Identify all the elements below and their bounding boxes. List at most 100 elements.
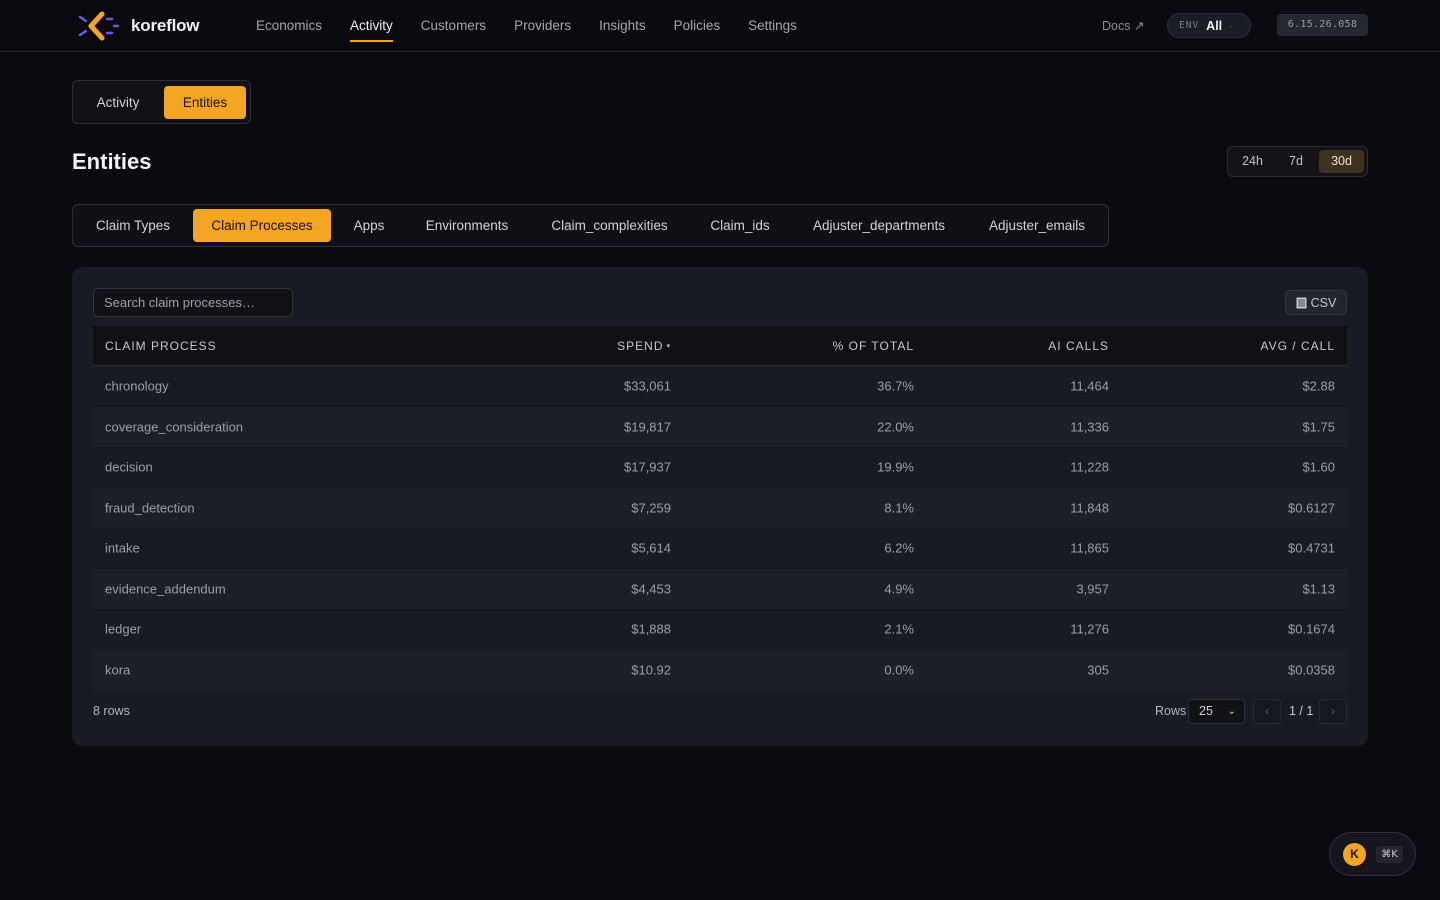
page-indicator: 1 / 1: [1289, 704, 1314, 718]
tab-claim-complexities[interactable]: Claim_complexities: [532, 209, 687, 242]
cell-pct: 19.9%: [877, 459, 914, 475]
cell-avg: $1.60: [1302, 459, 1335, 475]
cell-process: ledger: [105, 621, 142, 637]
cell-pct: 36.7%: [877, 378, 914, 394]
column-header-avg-call[interactable]: AVG / CALL: [1261, 339, 1335, 353]
column-header-pct-total[interactable]: % OF TOTAL: [833, 339, 914, 353]
nav-item-providers[interactable]: Providers: [514, 0, 571, 52]
csv-label: CSV: [1310, 295, 1337, 310]
cell-pct: 6.2%: [884, 540, 914, 556]
sort-desc-icon: ▾: [666, 343, 671, 351]
file-icon: [1296, 297, 1307, 308]
top-navigation-bar: koreflow Economics Activity Customers Pr…: [0, 0, 1440, 52]
cell-process: intake: [105, 540, 140, 556]
env-selector[interactable]: ENV All ·: [1167, 13, 1251, 38]
cell-calls: 3,957: [1076, 581, 1109, 597]
cell-calls: 11,464: [1070, 378, 1109, 394]
cell-avg: $1.13: [1302, 581, 1335, 597]
cell-spend: $7,259: [631, 500, 671, 516]
tab-apps[interactable]: Apps: [336, 209, 402, 242]
cell-pct: 22.0%: [877, 419, 914, 435]
cell-calls: 305: [1087, 662, 1109, 678]
cell-pct: 4.9%: [884, 581, 914, 597]
cell-calls: 11,848: [1070, 500, 1109, 516]
rows-per-page-label: Rows: [1155, 704, 1187, 718]
view-toggle-entities[interactable]: Entities: [164, 86, 246, 119]
csv-export-button[interactable]: CSV: [1285, 290, 1347, 315]
cell-avg: $0.6127: [1288, 500, 1335, 516]
cell-process: coverage_consideration: [105, 419, 244, 435]
cell-process: evidence_addendum: [105, 581, 226, 597]
table-row[interactable]: evidence_addendum $4,453 4.9% 3,957 $1.1…: [93, 568, 1347, 609]
table-row[interactable]: chronology $33,061 36.7% 11,464 $2.88: [93, 366, 1347, 407]
koreflow-logo-icon: [78, 11, 120, 41]
page-title: Entities: [72, 149, 152, 174]
tab-claim-ids[interactable]: Claim_ids: [692, 209, 788, 242]
version-badge: 6.15.26.058: [1277, 14, 1368, 36]
column-header-ai-calls[interactable]: AI CALLS: [1048, 339, 1109, 353]
range-24h[interactable]: 24h: [1233, 150, 1272, 173]
nav-item-insights[interactable]: Insights: [599, 0, 646, 52]
cell-spend: $17,937: [624, 459, 671, 475]
cell-avg: $1.75: [1302, 419, 1335, 435]
column-header-spend[interactable]: SPEND ▾: [617, 339, 671, 353]
nav-item-customers[interactable]: Customers: [421, 0, 486, 52]
cell-calls: 11,228: [1070, 459, 1109, 475]
range-30d[interactable]: 30d: [1319, 150, 1364, 173]
nav-item-activity[interactable]: Activity: [350, 0, 393, 52]
range-7d[interactable]: 7d: [1276, 150, 1316, 173]
env-label: ENV: [1179, 20, 1200, 31]
tab-claim-processes[interactable]: Claim Processes: [193, 209, 331, 242]
spend-header-label: SPEND: [617, 338, 664, 353]
search-input[interactable]: [93, 288, 293, 317]
time-range-selector: 24h 7d 30d: [1227, 146, 1368, 177]
rows-per-page-value: 25: [1199, 704, 1213, 718]
tab-adjuster-emails[interactable]: Adjuster_emails: [970, 209, 1104, 242]
nav-item-settings[interactable]: Settings: [748, 0, 797, 52]
cell-spend: $10.92: [631, 662, 671, 678]
table-row[interactable]: fraud_detection $7,259 8.1% 11,848 $0.61…: [93, 487, 1347, 528]
cell-pct: 8.1%: [884, 500, 914, 516]
table-row[interactable]: coverage_consideration $19,817 22.0% 11,…: [93, 406, 1347, 447]
cell-spend: $19,817: [624, 419, 671, 435]
cell-spend: $5,614: [631, 540, 671, 556]
next-page-button[interactable]: ›: [1319, 699, 1347, 724]
app-name: koreflow: [131, 16, 200, 35]
assistant-avatar: K: [1343, 843, 1366, 866]
cell-process: chronology: [105, 378, 169, 394]
cell-spend: $1,888: [631, 621, 671, 637]
table-row[interactable]: decision $17,937 19.9% 11,228 $1.60: [93, 447, 1347, 488]
nav-item-economics[interactable]: Economics: [256, 0, 322, 52]
tab-environments[interactable]: Environments: [407, 209, 527, 242]
cell-calls: 11,865: [1070, 540, 1109, 556]
cell-spend: $4,453: [631, 581, 671, 597]
table-row[interactable]: kora $10.92 0.0% 305 $0.0358: [93, 649, 1347, 690]
cell-avg: $0.0358: [1288, 662, 1335, 678]
chevron-down-icon: ⌄: [1227, 706, 1236, 717]
view-toggle: Activity Entities: [72, 80, 251, 124]
cell-process: kora: [105, 662, 131, 678]
tab-claim-types[interactable]: Claim Types: [78, 209, 188, 242]
tab-adjuster-departments[interactable]: Adjuster_departments: [793, 209, 965, 242]
nav-item-policies[interactable]: Policies: [674, 0, 721, 52]
table-row[interactable]: intake $5,614 6.2% 11,865 $0.4731: [93, 528, 1347, 569]
cell-avg: $0.4731: [1288, 540, 1335, 556]
view-toggle-activity[interactable]: Activity: [79, 86, 157, 119]
cell-avg: $0.1674: [1288, 621, 1335, 637]
logo[interactable]: koreflow: [78, 11, 200, 41]
row-count: 8 rows: [93, 704, 130, 718]
table-header: CLAIM PROCESS SPEND ▾ % OF TOTAL AI CALLS…: [93, 326, 1347, 366]
docs-link[interactable]: Docs ↗: [1102, 18, 1144, 33]
table-row[interactable]: ledger $1,888 2.1% 11,276 $0.1674: [93, 609, 1347, 650]
prev-page-button[interactable]: ‹: [1253, 699, 1281, 724]
cell-process: decision: [105, 459, 153, 475]
env-value: All: [1206, 18, 1223, 33]
column-header-claim-process[interactable]: CLAIM PROCESS: [105, 339, 217, 353]
entity-tabs: Claim Types Claim Processes Apps Environ…: [72, 204, 1109, 247]
cell-calls: 11,276: [1070, 621, 1109, 637]
rows-per-page-select[interactable]: 25 ⌄: [1188, 699, 1245, 724]
table-body: chronology $33,061 36.7% 11,464 $2.88 co…: [93, 366, 1347, 690]
assistant-launcher[interactable]: K ⌘K: [1329, 832, 1416, 876]
entities-table-card: CSV CLAIM PROCESS SPEND▾ % OF TOTAL AI C…: [72, 267, 1368, 746]
cell-calls: 11,336: [1070, 419, 1109, 435]
